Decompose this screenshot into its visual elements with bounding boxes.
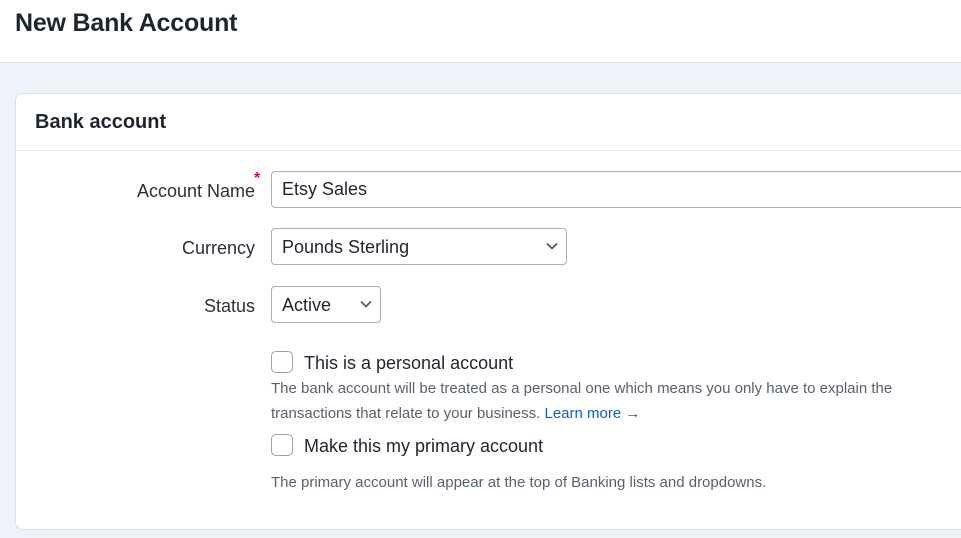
page-header: New Bank Account	[0, 0, 961, 63]
chevron-down-icon	[360, 301, 372, 308]
bank-account-card: Bank account Account Name * Currency Pou…	[15, 93, 961, 530]
card-title: Bank account	[35, 111, 167, 133]
currency-select[interactable]: Pounds Sterling	[271, 228, 567, 265]
page-title: New Bank Account	[15, 9, 238, 37]
personal-account-help: The bank account will be treated as a pe…	[271, 376, 961, 426]
currency-select-value: Pounds Sterling	[282, 237, 410, 257]
chevron-down-icon	[546, 243, 558, 250]
personal-account-label[interactable]: This is a personal account	[304, 353, 513, 374]
primary-account-label[interactable]: Make this my primary account	[304, 436, 543, 457]
learn-more-link[interactable]: Learn more →	[544, 405, 640, 422]
personal-account-checkbox[interactable]	[271, 351, 293, 373]
required-marker: *	[254, 170, 261, 187]
personal-help-line2-wrap: transactions that relate to your busines…	[271, 401, 961, 426]
personal-help-line2: transactions that relate to your busines…	[271, 405, 541, 422]
primary-account-checkbox[interactable]	[271, 434, 293, 456]
primary-account-help: The primary account will appear at the t…	[271, 474, 767, 491]
status-select[interactable]: Active	[271, 286, 381, 323]
currency-label: Currency	[181, 238, 255, 258]
personal-help-line1: The bank account will be treated as a pe…	[271, 380, 893, 397]
account-name-input[interactable]	[271, 171, 961, 208]
account-name-label: Account Name	[136, 181, 255, 201]
card-header: Bank account	[16, 94, 961, 151]
status-label: Status	[203, 296, 255, 316]
status-select-value: Active	[282, 295, 332, 315]
